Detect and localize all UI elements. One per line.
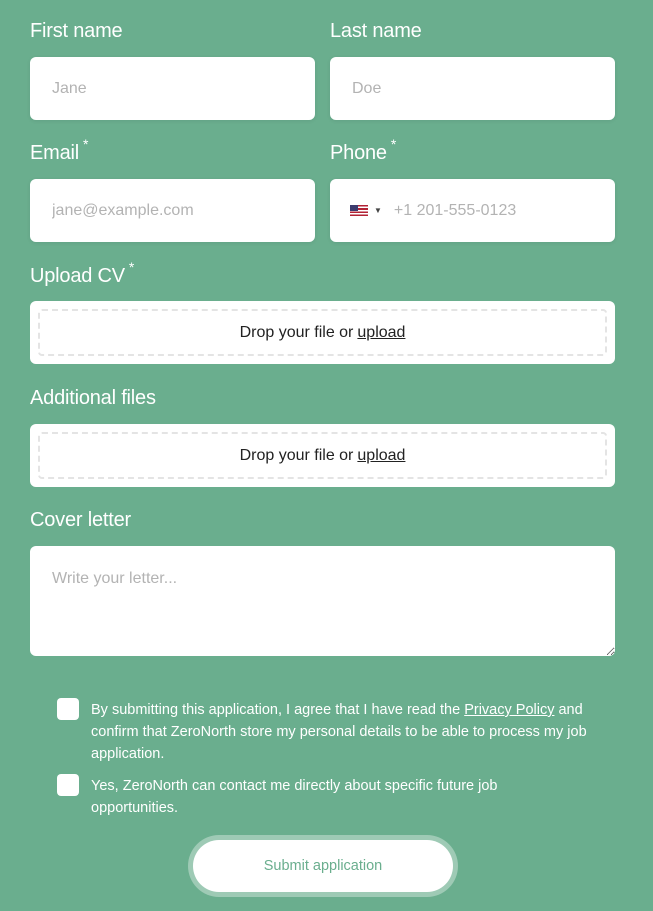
privacy-consent-text: By submitting this application, I agree …	[91, 702, 587, 762]
submit-button-ring: Submit application	[188, 835, 458, 897]
phone-input[interactable]	[393, 179, 615, 242]
contact-consent: Yes, ZeroNorth can contact me directly a…	[57, 774, 587, 819]
last-name-label: Last name	[330, 20, 422, 42]
submit-application-button[interactable]: Submit application	[193, 840, 453, 892]
required-mark: *	[128, 259, 135, 275]
email-field[interactable]	[30, 179, 315, 242]
drop-text: Drop your file or	[239, 323, 354, 341]
upload-cv-label: Upload CV *	[30, 259, 135, 287]
upload-cv-dropzone[interactable]: Drop your file or upload	[38, 309, 607, 356]
required-mark: *	[390, 136, 397, 152]
cover-letter-field[interactable]	[30, 546, 615, 656]
additional-files-label: Additional files	[30, 387, 156, 409]
phone-field[interactable]: ▼	[330, 179, 615, 242]
country-select[interactable]: ▼	[350, 205, 382, 216]
additional-files-upload-link[interactable]: upload	[357, 447, 405, 465]
last-name-input[interactable]	[330, 57, 615, 120]
cover-letter-textarea[interactable]	[30, 546, 615, 656]
drop-text: Drop your file or	[239, 446, 354, 464]
additional-files-dropzone[interactable]: Drop your file or upload	[38, 432, 607, 479]
upload-cv-box[interactable]: Drop your file or upload	[30, 301, 615, 364]
first-name-field[interactable]	[30, 57, 315, 120]
cover-letter-label: Cover letter	[30, 509, 131, 531]
last-name-field[interactable]	[330, 57, 615, 120]
privacy-checkbox[interactable]	[57, 698, 79, 720]
email-label: Email *	[30, 136, 89, 164]
privacy-consent: By submitting this application, I agree …	[57, 698, 587, 765]
additional-files-box[interactable]: Drop your file or upload	[30, 424, 615, 487]
required-mark: *	[83, 136, 89, 152]
contact-checkbox[interactable]	[57, 774, 79, 796]
phone-label: Phone *	[330, 136, 397, 164]
email-input[interactable]	[30, 179, 315, 242]
first-name-label: First name	[30, 20, 123, 42]
upload-cv-link[interactable]: upload	[357, 324, 405, 342]
privacy-policy-link[interactable]: Privacy Policy	[464, 702, 554, 718]
contact-consent-text: Yes, ZeroNorth can contact me directly a…	[91, 778, 498, 816]
first-name-input[interactable]	[30, 57, 315, 120]
us-flag-icon	[350, 205, 368, 216]
caret-down-icon: ▼	[374, 206, 382, 215]
